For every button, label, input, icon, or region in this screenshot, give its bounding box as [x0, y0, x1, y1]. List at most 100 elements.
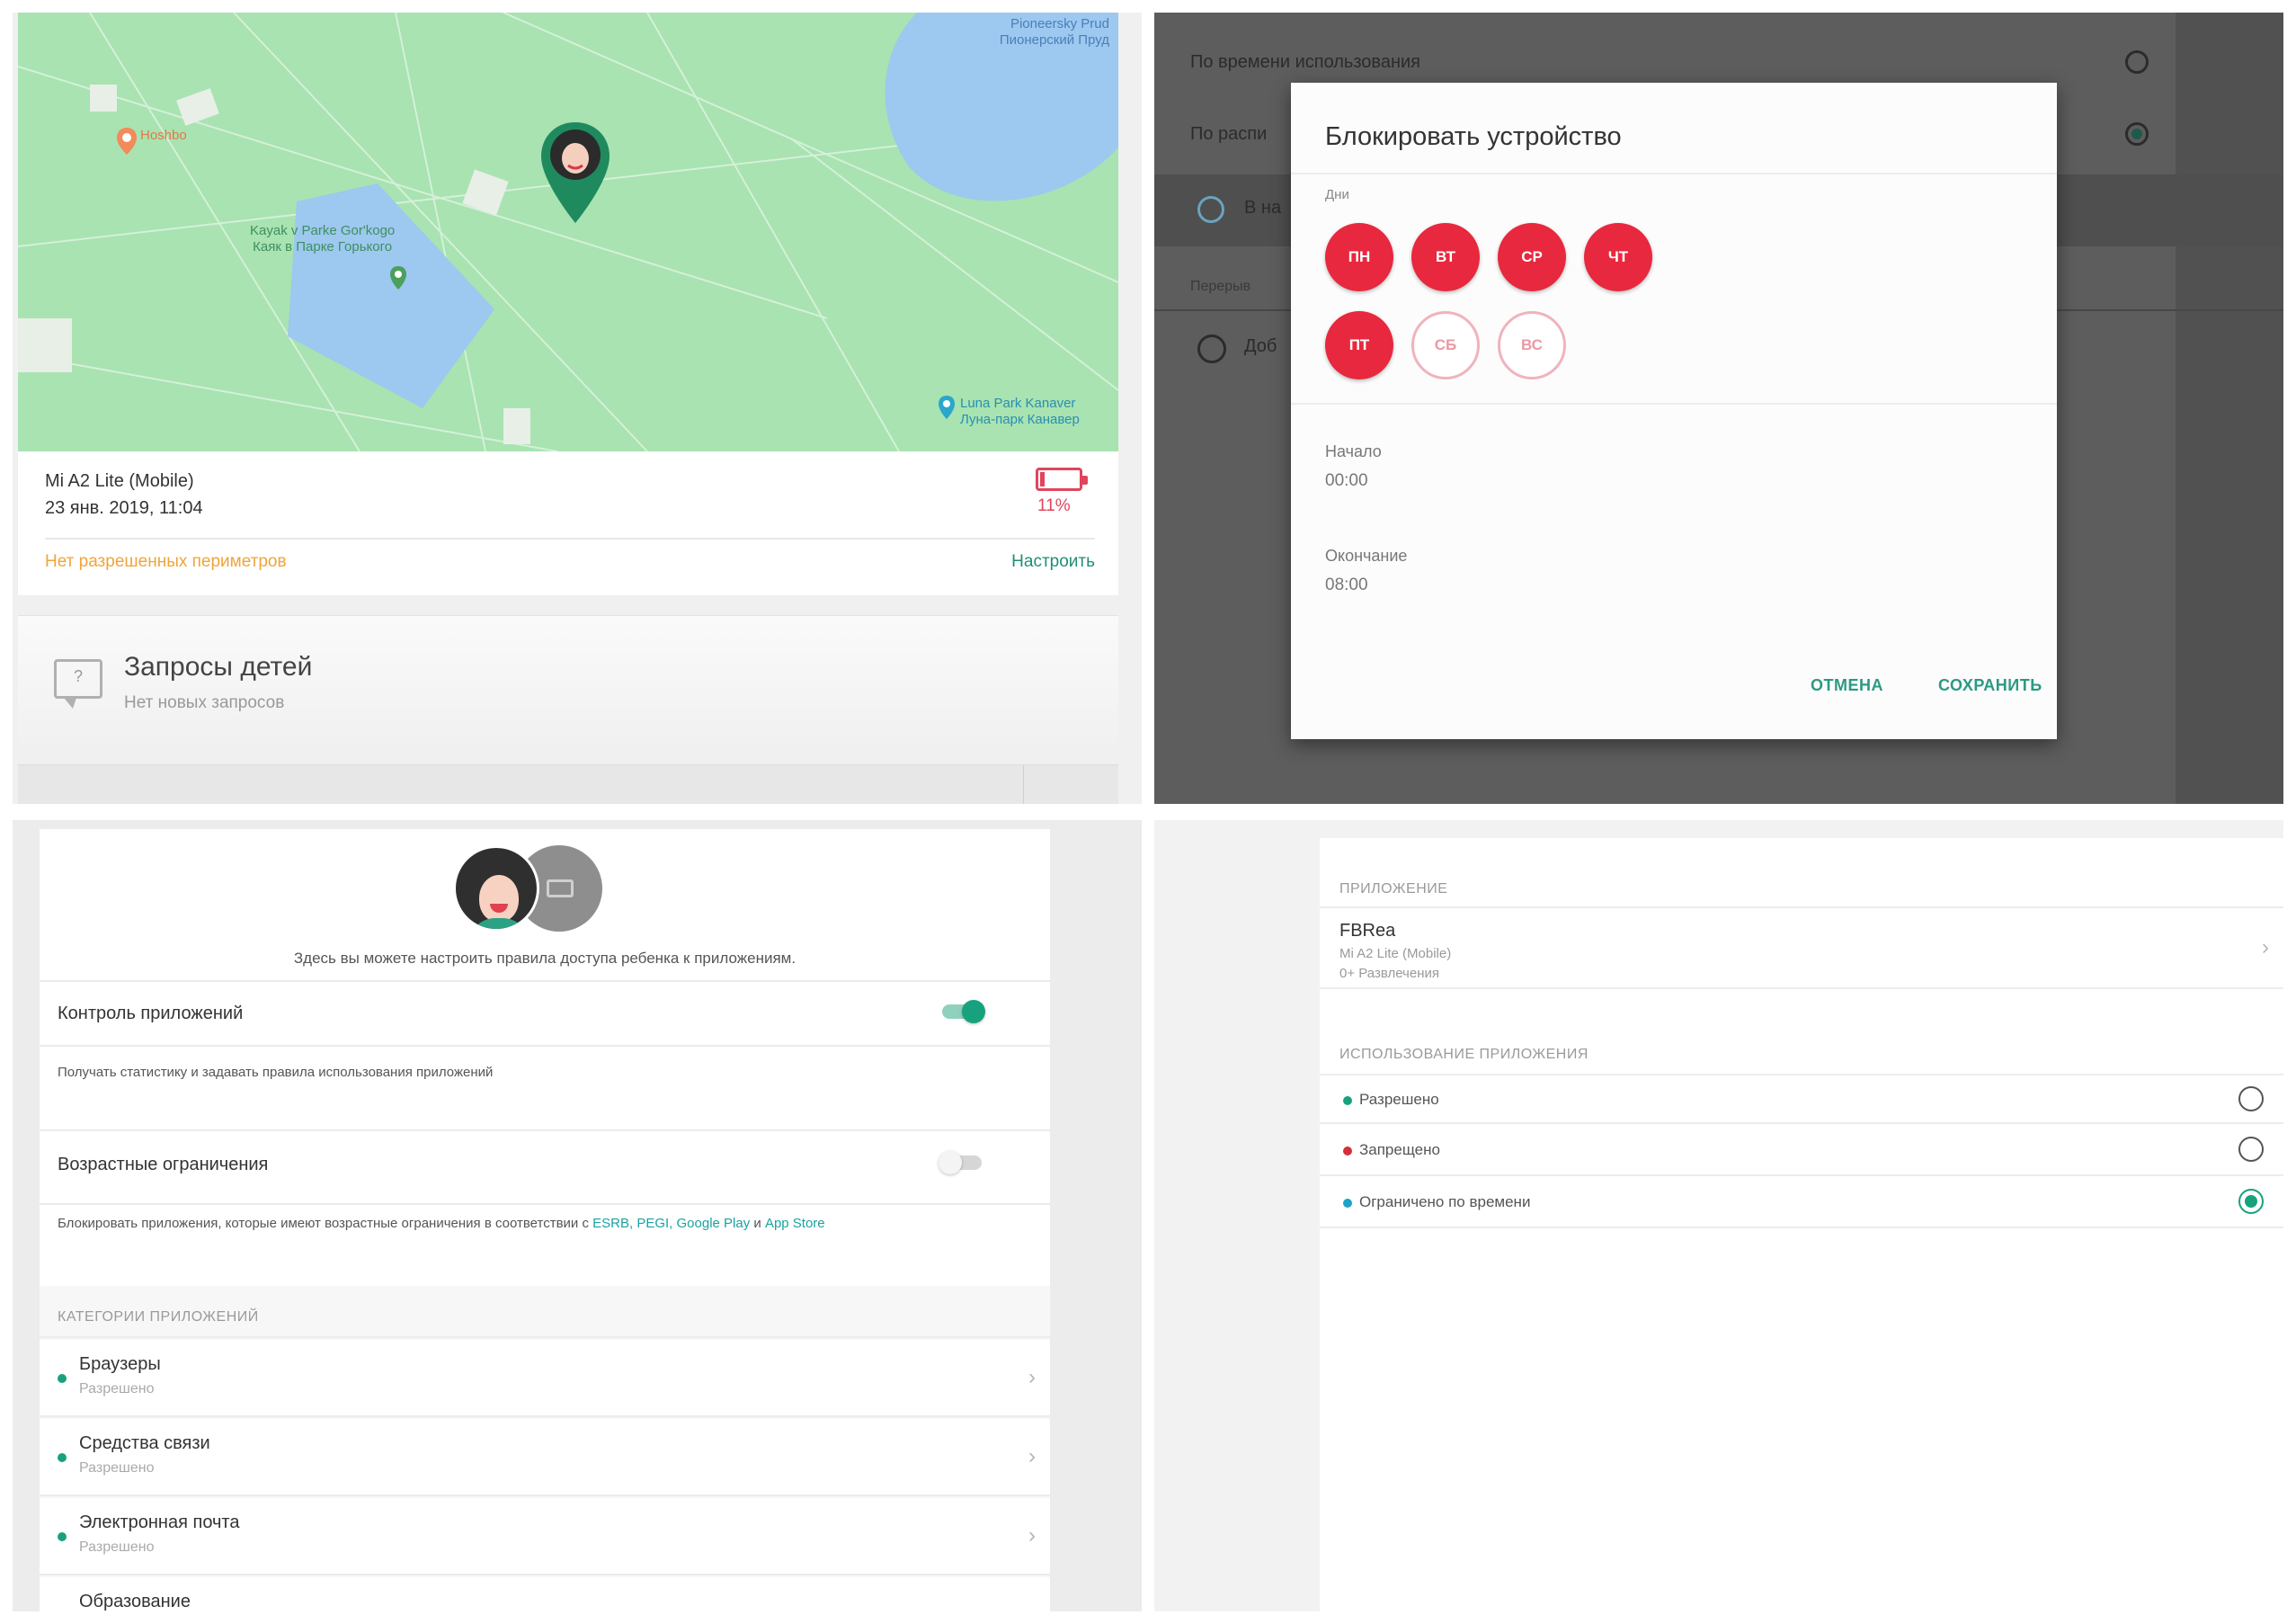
chevron-right-icon: › [1028, 1365, 1036, 1389]
battery-percent: 11% [1037, 496, 1071, 515]
day-toggle[interactable]: ПН [1325, 223, 1393, 291]
usage-option-label: Ограничено по времени [1359, 1193, 1531, 1210]
device-timestamp: 23 янв. 2019, 11:04 [45, 498, 203, 518]
bg-radio-schedule [2125, 122, 2149, 146]
bg-option-row5: Доб [1244, 336, 1277, 356]
status-dot [58, 1532, 67, 1541]
device-icon [547, 879, 574, 897]
day-toggle[interactable]: СБ [1411, 311, 1480, 379]
category-row[interactable]: Образование › [40, 1577, 1050, 1611]
usage-option-row[interactable]: Ограничено по времени [1320, 1178, 2283, 1228]
configure-perimeters-link[interactable]: Настроить [1011, 552, 1095, 572]
divider [1291, 173, 2057, 174]
usage-option-row[interactable]: Запрещено [1320, 1126, 2283, 1176]
device-name: Mi A2 Lite (Mobile) [45, 471, 194, 491]
next-card-stub [18, 764, 1118, 804]
category-title: Электронная почта [79, 1512, 240, 1532]
app-control-toggle[interactable] [939, 1000, 985, 1023]
age-desc-text: Блокировать приложения, которые имеют во… [58, 1216, 593, 1231]
place-marker-icon [117, 128, 137, 155]
day-toggle[interactable]: ПТ [1325, 311, 1393, 379]
day-toggle[interactable]: ЧТ [1584, 223, 1652, 291]
kayak-marker-icon [390, 266, 406, 290]
intro-text: Здесь вы можете настроить правила доступ… [293, 950, 796, 967]
app-rating: 0+ Развлечения [1339, 966, 1439, 981]
chevron-right-icon: › [1028, 1444, 1036, 1468]
age-limits-description: Блокировать приложения, которые имеют во… [58, 1216, 825, 1231]
status-dot [1343, 1096, 1352, 1105]
app-device: Mi A2 Lite (Mobile) [1339, 946, 1452, 961]
divider [45, 538, 1095, 540]
location-map[interactable]: Pioneersky Prud Пионерский Пруд Hoshbo K… [18, 13, 1118, 451]
app-control-desc-card [40, 1047, 1050, 1129]
usage-option-radio[interactable] [2238, 1189, 2264, 1214]
category-row[interactable]: Браузеры Разрешено › [40, 1340, 1050, 1417]
child-requests-card[interactable]: ? Запросы детей Нет новых запросов [18, 615, 1118, 754]
usage-section-header: ИСПОЛЬЗОВАНИЕ ПРИЛОЖЕНИЯ [1339, 1047, 1589, 1062]
category-row[interactable]: Средства связи Разрешено › [40, 1419, 1050, 1496]
category-title: Средства связи [79, 1433, 210, 1453]
age-limits-title: Возрастные ограничения [58, 1155, 269, 1174]
status-dot [58, 1374, 67, 1383]
chevron-right-icon: › [1028, 1602, 1036, 1611]
end-time-label: Окончание [1325, 547, 1408, 565]
rating-systems-link[interactable]: ESRB, PEGI, Google Play [592, 1216, 750, 1231]
bg-option-usage-time: По времени использования [1190, 52, 1420, 72]
chevron-right-icon: › [1028, 1523, 1036, 1548]
day-toggle[interactable]: ВС [1498, 311, 1566, 379]
app-control-panel: Здесь вы можете настроить правила доступ… [13, 820, 1142, 1611]
category-status: Разрешено [79, 1381, 155, 1396]
bg-radio-usage-time [2125, 50, 2149, 74]
bg-add-icon [1197, 335, 1226, 363]
device-card: Mi A2 Lite (Mobile) 23 янв. 2019, 11:04 … [18, 451, 1118, 595]
app-info-row[interactable]: FBRea Mi A2 Lite (Mobile) 0+ Развлечения… [1320, 906, 2283, 989]
map-label-pioneer-pond: Pioneersky Prud Пионерский Пруд [999, 16, 1109, 48]
end-time-value[interactable]: 08:00 [1325, 576, 1368, 595]
save-button[interactable]: СОХРАНИТЬ [1938, 676, 2042, 695]
requests-subtitle: Нет новых запросов [124, 693, 285, 712]
cancel-button[interactable]: ОТМЕНА [1811, 676, 1883, 695]
usage-option-label: Разрешено [1359, 1091, 1439, 1108]
category-title: Образование [79, 1592, 191, 1611]
bg-option-schedule: По распи [1190, 124, 1268, 144]
divider [40, 1336, 1050, 1338]
no-perimeters-warning: Нет разрешенных периметров [45, 552, 287, 571]
status-dot [1343, 1199, 1352, 1208]
app-usage-panel: ПРИЛОЖЕНИЕ FBRea Mi A2 Lite (Mobile) 0+ … [1154, 820, 2283, 1611]
bg-option-row3: В на [1244, 198, 1282, 218]
requests-title: Запросы детей [124, 652, 313, 682]
block-device-dialog: Блокировать устройство Дни ПН ВТ СР ЧТ ПТ СБ В… [1291, 83, 2057, 739]
usage-option-radio[interactable] [2238, 1137, 2264, 1162]
child-avatar [453, 845, 539, 932]
battery-icon [1036, 468, 1088, 491]
bg-option-row4: Перерыв [1190, 279, 1251, 294]
day-toggle[interactable]: СР [1498, 223, 1566, 291]
categories-header: КАТЕГОРИИ ПРИЛОЖЕНИЙ [58, 1309, 259, 1325]
bg-info-icon [1197, 196, 1224, 223]
start-time-value[interactable]: 00:00 [1325, 471, 1368, 491]
category-row[interactable]: Электронная почта Разрешено › [40, 1498, 1050, 1575]
chat-question-icon: ? [54, 659, 102, 709]
family-map-panel: Pioneersky Prud Пионерский Пруд Hoshbo K… [13, 13, 1142, 804]
map-canvas [18, 13, 1118, 451]
age-limits-toggle[interactable] [939, 1151, 985, 1174]
luna-park-marker-icon [939, 396, 955, 419]
category-status: Разрешено [79, 1460, 155, 1476]
usage-option-row[interactable]: Разрешено [1320, 1074, 2283, 1124]
app-store-link[interactable]: App Store [765, 1216, 825, 1231]
app-control-description: Получать статистику и задавать правила и… [58, 1065, 494, 1080]
block-device-panel: По времени использования По распи В на П… [1154, 13, 2283, 804]
chevron-right-icon: › [2262, 935, 2269, 959]
category-status: Разрешено [79, 1539, 155, 1555]
child-location-pin-icon[interactable] [538, 119, 613, 227]
app-section-header: ПРИЛОЖЕНИЕ [1339, 881, 1448, 897]
usage-option-label: Запрещено [1359, 1141, 1440, 1158]
map-label-luna-park: Luna Park Kanaver Луна-парк Канавер [960, 396, 1080, 427]
status-dot [58, 1453, 67, 1462]
day-toggle[interactable]: ВТ [1411, 223, 1480, 291]
map-label-poi: Hoshbo [140, 128, 187, 143]
app-control-title: Контроль приложений [58, 1004, 244, 1023]
days-label: Дни [1325, 187, 1349, 202]
app-name: FBRea [1339, 921, 1396, 941]
usage-option-radio[interactable] [2238, 1086, 2264, 1111]
